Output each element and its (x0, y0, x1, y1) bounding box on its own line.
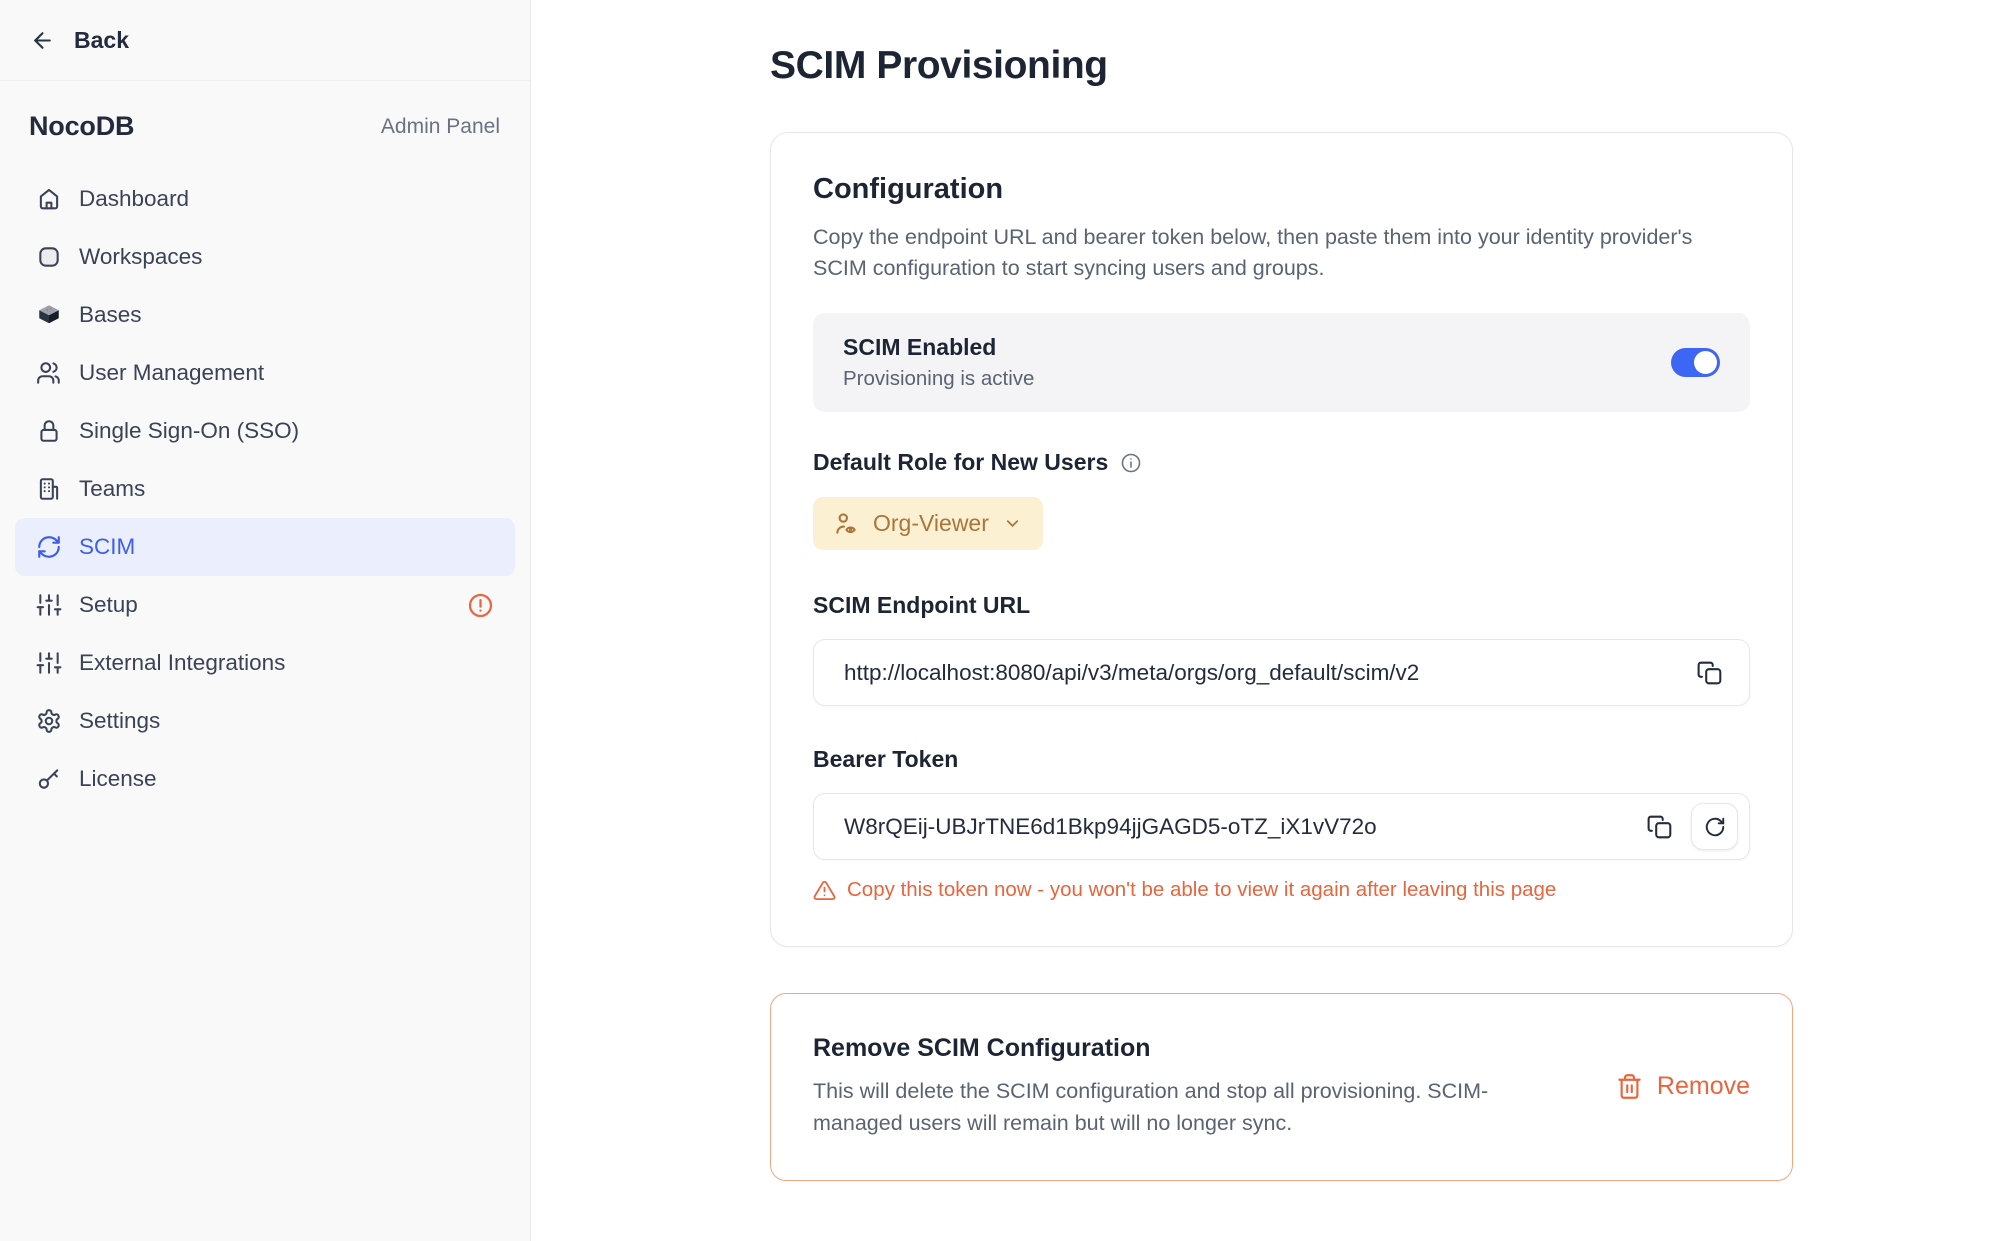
brand-row: NocoDB Admin Panel (0, 81, 530, 164)
user-role-icon (833, 511, 859, 537)
chevron-down-icon (1003, 514, 1022, 533)
endpoint-url-value: http://localhost:8080/api/v3/meta/orgs/o… (844, 660, 1679, 686)
key-icon (36, 766, 62, 792)
endpoint-url-label: SCIM Endpoint URL (813, 592, 1750, 619)
sidebar-item-label: Teams (79, 476, 145, 502)
arrow-left-icon (30, 28, 55, 53)
sidebar-item-bases[interactable]: Bases (15, 286, 515, 344)
scim-enabled-text: SCIM Enabled Provisioning is active (843, 334, 1034, 391)
sidebar-item-dashboard[interactable]: Dashboard (15, 170, 515, 228)
sidebar-item-label: External Integrations (79, 650, 285, 676)
sidebar-item-label: Workspaces (79, 244, 202, 270)
scim-enabled-status: Provisioning is active (843, 367, 1034, 391)
copy-icon (1647, 814, 1673, 840)
users-icon (36, 360, 62, 386)
sidebar-item-sso[interactable]: Single Sign-On (SSO) (15, 402, 515, 460)
bearer-token-label: Bearer Token (813, 746, 1750, 773)
bearer-token-field[interactable]: W8rQEij-UBJrTNE6d1Bkp94jjGAGD5-oTZ_iX1vV… (813, 793, 1750, 860)
refresh-icon (1704, 816, 1726, 838)
sidebar-item-user-management[interactable]: User Management (15, 344, 515, 402)
page-title: SCIM Provisioning (770, 44, 1999, 88)
scim-enabled-label: SCIM Enabled (843, 334, 1034, 361)
copy-icon (1697, 660, 1723, 686)
sliders-icon (36, 592, 62, 618)
brand-title: NocoDB (29, 111, 134, 142)
default-role-value: Org-Viewer (873, 510, 989, 537)
default-role-label-row: Default Role for New Users (813, 449, 1750, 476)
info-icon[interactable] (1120, 452, 1142, 474)
sidebar-item-label: Settings (79, 708, 160, 734)
remove-scim-button[interactable]: Remove (1616, 1072, 1750, 1101)
copy-endpoint-button[interactable] (1697, 660, 1723, 686)
sidebar: Back NocoDB Admin Panel Dashboard Worksp… (0, 0, 531, 1241)
gear-icon (36, 708, 62, 734)
sidebar-item-external-integrations[interactable]: External Integrations (15, 634, 515, 692)
trash-icon (1616, 1073, 1643, 1100)
sidebar-item-setup[interactable]: Setup (15, 576, 515, 634)
building-icon (36, 476, 62, 502)
scim-enabled-row: SCIM Enabled Provisioning is active (813, 313, 1750, 412)
sidebar-item-settings[interactable]: Settings (15, 692, 515, 750)
back-button[interactable]: Back (0, 0, 530, 81)
remove-scim-card: Remove SCIM Configuration This will dele… (770, 993, 1793, 1181)
sidebar-item-label: Single Sign-On (SSO) (79, 418, 299, 444)
sidebar-nav: Dashboard Workspaces Bases User Manageme… (0, 164, 530, 808)
workspace-icon (36, 244, 62, 270)
token-warning: Copy this token now - you won't be able … (813, 878, 1750, 902)
sidebar-item-scim[interactable]: SCIM (15, 518, 515, 576)
remove-button-label: Remove (1657, 1072, 1750, 1101)
sidebar-item-license[interactable]: License (15, 750, 515, 808)
scim-enabled-toggle[interactable] (1671, 348, 1720, 377)
sidebar-item-label: User Management (79, 360, 264, 386)
default-role-label: Default Role for New Users (813, 449, 1108, 476)
endpoint-url-field[interactable]: http://localhost:8080/api/v3/meta/orgs/o… (813, 639, 1750, 706)
main-content: SCIM Provisioning Configuration Copy the… (531, 0, 1999, 1241)
remove-scim-heading: Remove SCIM Configuration (813, 1034, 1538, 1063)
configuration-card: Configuration Copy the endpoint URL and … (770, 132, 1793, 947)
sidebar-item-label: Dashboard (79, 186, 189, 212)
remove-scim-text: Remove SCIM Configuration This will dele… (813, 1034, 1538, 1140)
home-icon (36, 186, 62, 212)
sidebar-item-label: License (79, 766, 157, 792)
warning-triangle-icon (813, 879, 836, 902)
regenerate-token-button[interactable] (1691, 803, 1738, 850)
token-warning-text: Copy this token now - you won't be able … (847, 878, 1556, 902)
bearer-token-value: W8rQEij-UBJrTNE6d1Bkp94jjGAGD5-oTZ_iX1vV… (844, 814, 1629, 840)
sidebar-item-label: Bases (79, 302, 142, 328)
setup-warning-icon (467, 592, 494, 619)
sidebar-item-label: Setup (79, 592, 138, 618)
remove-scim-description: This will delete the SCIM configuration … (813, 1075, 1538, 1140)
lock-icon (36, 418, 62, 444)
copy-token-button[interactable] (1647, 814, 1673, 840)
default-role-select[interactable]: Org-Viewer (813, 497, 1043, 550)
sidebar-item-label: SCIM (79, 534, 135, 560)
panel-label: Admin Panel (381, 115, 500, 139)
configuration-heading: Configuration (813, 173, 1750, 206)
sidebar-item-teams[interactable]: Teams (15, 460, 515, 518)
toggle-knob (1694, 351, 1717, 374)
base-cube-icon (36, 302, 62, 328)
sidebar-item-workspaces[interactable]: Workspaces (15, 228, 515, 286)
back-label: Back (74, 27, 129, 54)
configuration-description: Copy the endpoint URL and bearer token b… (813, 222, 1748, 283)
app-root: Back NocoDB Admin Panel Dashboard Worksp… (0, 0, 1999, 1241)
sliders-icon (36, 650, 62, 676)
sync-icon (36, 534, 62, 560)
